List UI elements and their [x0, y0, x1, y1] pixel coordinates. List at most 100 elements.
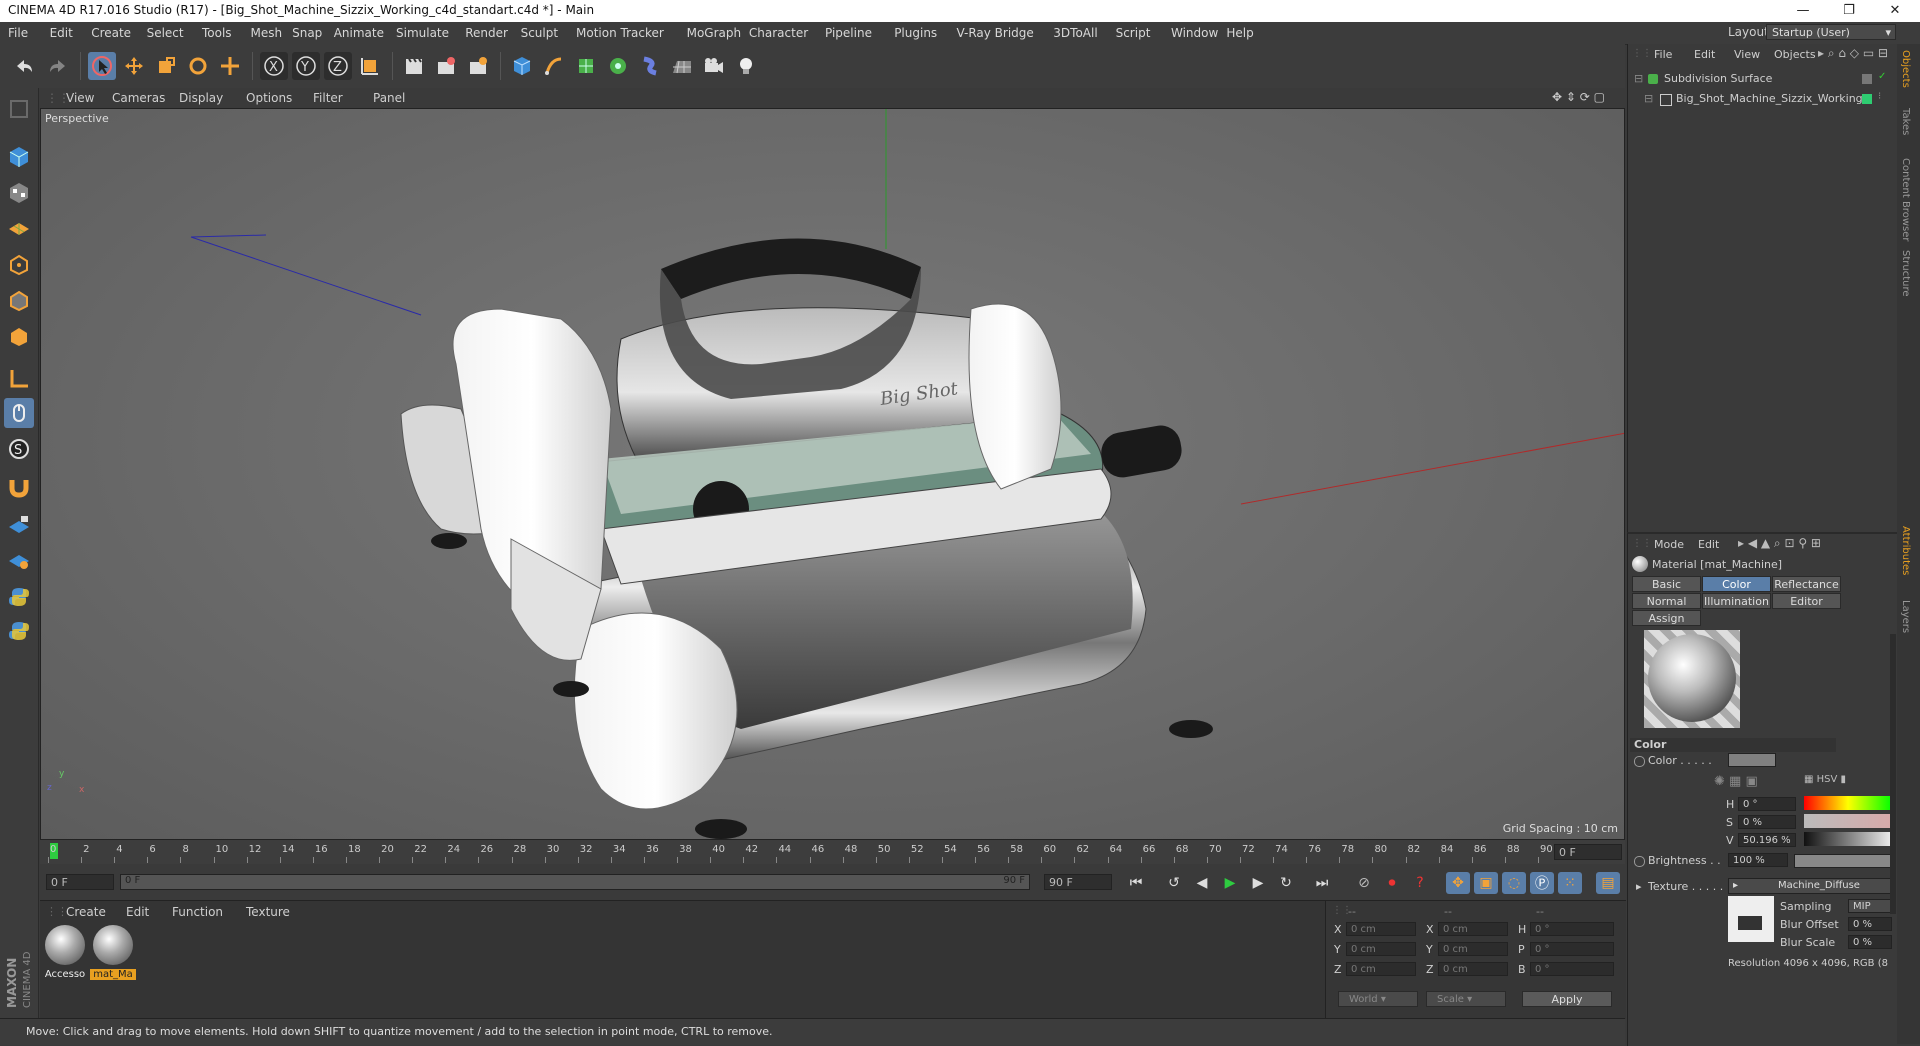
color-swatch[interactable] — [1728, 753, 1776, 767]
menu-v-ray-bridge[interactable]: V-Ray Bridge — [957, 26, 1034, 40]
coord-position-field[interactable]: 0 cm — [1346, 942, 1416, 956]
menu-edit[interactable]: Edit — [50, 26, 73, 40]
object-menu-edit[interactable]: Edit — [1694, 48, 1715, 61]
value-slider[interactable] — [1804, 832, 1892, 846]
viewport-menu-view[interactable]: View — [66, 91, 94, 105]
current-frame-field[interactable]: 0 F — [1554, 844, 1622, 860]
object-row[interactable]: ⊟ Subdivision Surface ✓ — [1628, 70, 1898, 88]
apply-button[interactable]: Apply — [1522, 991, 1612, 1007]
render-settings-button[interactable] — [464, 52, 492, 80]
prev-frame-button[interactable]: ◀ — [1190, 872, 1214, 894]
record-keys-button[interactable]: ⊘ — [1352, 872, 1376, 894]
next-key-button[interactable]: ↻ — [1274, 872, 1298, 894]
subdivision-surface-button[interactable] — [572, 52, 600, 80]
coord-size-field[interactable]: 0 cm — [1438, 962, 1508, 976]
menu-mesh[interactable]: Mesh — [251, 26, 283, 40]
brightness-slider[interactable] — [1794, 854, 1892, 868]
menu-simulate[interactable]: Simulate — [396, 26, 449, 40]
undo-button[interactable] — [10, 52, 38, 80]
color-radio-icon[interactable] — [1634, 756, 1645, 767]
close-button[interactable]: ✕ — [1872, 0, 1918, 22]
color-mode-icons[interactable]: ▦ HSV ▮ — [1804, 774, 1846, 785]
menu-help[interactable]: Help — [1226, 26, 1253, 40]
viewport-menu-options[interactable]: Options — [246, 91, 292, 105]
menu-pipeline[interactable]: Pipeline — [825, 26, 872, 40]
points-mode-button[interactable] — [4, 250, 34, 280]
attr-menu-edit[interactable]: Edit — [1698, 538, 1719, 551]
menu-motion-tracker[interactable]: Motion Tracker — [576, 26, 664, 40]
expand-icon[interactable]: ⊟ — [1634, 72, 1643, 85]
key-parameter-button[interactable]: Ⓟ — [1530, 872, 1554, 894]
side-tab-takes[interactable]: Takes — [1900, 108, 1911, 135]
key-rotation-button[interactable]: ◌ — [1502, 872, 1526, 894]
viewport-menu-cameras[interactable]: Cameras — [112, 91, 165, 105]
menu-file[interactable]: File — [8, 26, 28, 40]
menu-plugins[interactable]: Plugins — [894, 26, 937, 40]
timeline-layout-button[interactable]: ▤ — [1596, 872, 1620, 894]
object-tag-icon[interactable] — [1862, 74, 1872, 84]
live-selection-tool[interactable] — [88, 52, 116, 80]
object-tag-icon[interactable] — [1862, 94, 1872, 104]
floor-button[interactable] — [668, 52, 696, 80]
object-toolbar-icons[interactable]: ▸ ⌕ ⌂ ◇ ▭ ⊟ — [1818, 46, 1888, 61]
viewport-menu-display[interactable]: Display — [179, 91, 223, 105]
blur-offset-field[interactable]: 0 % — [1848, 917, 1892, 931]
object-menu-file[interactable]: File — [1654, 48, 1672, 61]
coord-size-field[interactable]: 0 cm — [1438, 922, 1508, 936]
side-tab-attributes[interactable]: Attributes — [1900, 526, 1911, 575]
move-tool[interactable] — [120, 52, 148, 80]
object-menu-view[interactable]: View — [1734, 48, 1760, 61]
expand-icon[interactable]: ⊟ — [1644, 92, 1653, 105]
model-mode-button[interactable] — [4, 142, 34, 172]
play-button[interactable]: ▶ — [1218, 872, 1242, 894]
texture-field[interactable]: ▸ Machine_Diffuse — [1728, 878, 1894, 894]
timeline-ruler[interactable]: 0 2 4 6 8 10 12 14 16 18 20 22 24 26 28 30 32 34 36 38 40 42 4… — [40, 840, 1625, 864]
menu-mograph[interactable]: MoGraph — [687, 26, 742, 40]
tab-illumination[interactable]: Illumination — [1702, 593, 1771, 609]
coord-rotation-field[interactable]: 0 ° — [1530, 922, 1614, 936]
tab-basic[interactable]: Basic — [1632, 576, 1701, 592]
hue-slider[interactable] — [1804, 796, 1892, 810]
goto-end-button[interactable]: ⏭ — [1310, 872, 1334, 894]
material-menu-function[interactable]: Function — [172, 905, 223, 919]
layout-select[interactable]: Startup (User) ▾ — [1766, 24, 1896, 40]
tab-editor[interactable]: Editor — [1772, 593, 1841, 609]
key-position-button[interactable]: ✥ — [1446, 872, 1470, 894]
end-frame-field[interactable]: 90 F — [1044, 874, 1112, 890]
sampling-select[interactable]: MIP — [1848, 899, 1892, 913]
axis-mode-button[interactable] — [4, 364, 34, 394]
coord-position-field[interactable]: 0 cm — [1346, 922, 1416, 936]
restore-button[interactable]: ❐ — [1826, 0, 1872, 22]
render-picture-viewer-button[interactable] — [432, 52, 460, 80]
cloner-button[interactable] — [604, 52, 632, 80]
texture-mode-button[interactable] — [4, 178, 34, 208]
viewport-nav-icons[interactable]: ✥ ⇕ ⟳ ▢ — [1552, 90, 1605, 104]
hue-field[interactable]: 0 ° — [1738, 797, 1796, 811]
blur-scale-field[interactable]: 0 % — [1848, 935, 1892, 949]
brightness-radio-icon[interactable] — [1634, 856, 1645, 867]
render-view-button[interactable] — [400, 52, 428, 80]
transform-tool[interactable] — [216, 52, 244, 80]
redo-button[interactable] — [44, 52, 72, 80]
coordinate-system-button[interactable] — [356, 52, 384, 80]
menu-animate[interactable]: Animate — [334, 26, 384, 40]
prev-key-button[interactable]: ↺ — [1162, 872, 1186, 894]
scale-tool[interactable] — [152, 52, 180, 80]
viewport-menu-filter[interactable]: Filter — [313, 91, 343, 105]
coordinate-space-select[interactable]: World ▾ — [1338, 991, 1418, 1007]
magnet-button[interactable] — [4, 472, 34, 502]
tab-color[interactable]: Color — [1702, 576, 1771, 592]
next-frame-button[interactable]: ▶ — [1246, 872, 1270, 894]
goto-start-button[interactable]: ⏮ — [1124, 872, 1148, 894]
attr-menu-mode[interactable]: Mode — [1654, 538, 1684, 551]
color-picker-icons[interactable]: ✺ ▦ ▣ — [1714, 774, 1758, 789]
side-tab-content-browser[interactable]: Content Browser — [1900, 158, 1911, 241]
saturation-field[interactable]: 0 % — [1738, 815, 1796, 829]
menu-tools[interactable]: Tools — [202, 26, 232, 40]
side-tab-layers[interactable]: Layers — [1900, 600, 1911, 633]
material-item[interactable]: Accesso — [42, 925, 88, 987]
viewport[interactable]: Perspective Big Shot y z x Grid Spacing … — [40, 108, 1625, 840]
texture-expand-icon[interactable]: ▸ — [1636, 880, 1642, 893]
material-item[interactable]: mat_Ma — [90, 925, 136, 987]
python-script-button-2[interactable] — [4, 616, 34, 646]
